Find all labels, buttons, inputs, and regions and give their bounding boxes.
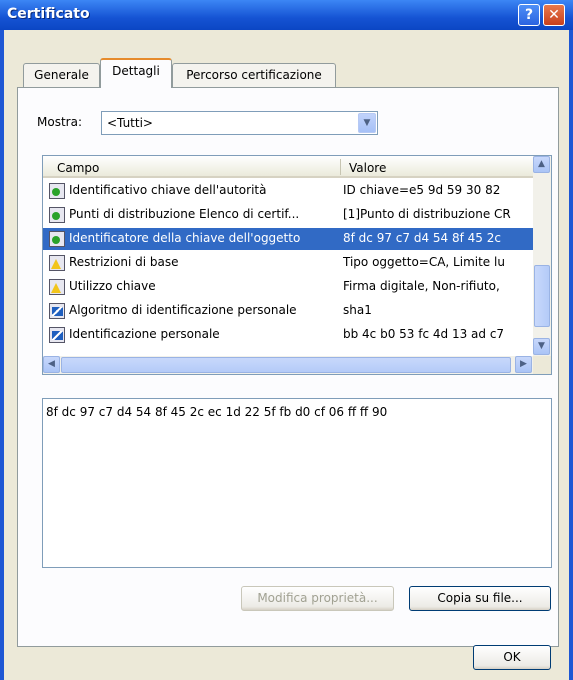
tab-dettagli[interactable]: Dettagli — [100, 58, 172, 88]
list-header: Campo Valore — [43, 156, 533, 178]
mostra-dropdown[interactable]: <Tutti> ▼ — [101, 111, 378, 135]
row-valore: sha1 — [343, 303, 372, 317]
list-item[interactable]: Utilizzo chiave Firma digitale, Non-rifi… — [43, 276, 533, 298]
warning-cert-icon — [49, 279, 65, 295]
modifica-proprieta-button[interactable]: Modifica proprietà... — [241, 586, 394, 611]
ok-button[interactable]: OK — [473, 645, 551, 670]
row-campo: Identificazione personale — [69, 327, 220, 341]
list-item[interactable]: Punti di distribuzione Elenco di certif.… — [43, 204, 533, 226]
mostra-selected-value: <Tutti> — [107, 116, 153, 130]
title-bar[interactable]: Certificato ? ✕ — [0, 0, 573, 30]
chevron-down-icon[interactable]: ▼ — [358, 113, 376, 133]
scroll-left-icon[interactable]: ◀ — [43, 356, 60, 373]
warning-cert-icon — [49, 255, 65, 271]
row-campo: Restrizioni di base — [69, 255, 179, 269]
row-campo: Identificativo chiave dell'autorità — [69, 183, 267, 197]
vertical-scrollbar[interactable]: ▲ ▼ — [533, 156, 551, 356]
scroll-up-icon[interactable]: ▲ — [533, 156, 550, 173]
row-campo: Algoritmo di identificazione personale — [69, 303, 297, 317]
row-campo: Utilizzo chiave — [69, 279, 156, 293]
list-item[interactable]: Algoritmo di identificazione personale s… — [43, 300, 533, 322]
value-detail-text: 8f dc 97 c7 d4 54 8f 45 2c ec 1d 22 5f f… — [46, 405, 388, 419]
green-arrow-cert-icon — [49, 183, 65, 199]
horizontal-scrollbar[interactable]: ◀ ▶ — [43, 356, 533, 374]
vertical-scroll-thumb[interactable] — [534, 265, 550, 327]
close-button[interactable]: ✕ — [543, 4, 565, 26]
list-item[interactable]: Restrizioni di base Tipo oggetto=CA, Lim… — [43, 252, 533, 274]
window-title: Certificato — [7, 6, 90, 22]
copia-su-file-button[interactable]: Copia su file... — [409, 586, 551, 611]
scrollbar-corner — [533, 356, 551, 374]
green-arrow-cert-icon — [49, 207, 65, 223]
row-valore: Tipo oggetto=CA, Limite lu — [343, 255, 505, 269]
tab-percorso-certificazione[interactable]: Percorso certificazione — [172, 63, 336, 87]
row-valore: Firma digitale, Non-rifiuto, — [343, 279, 500, 293]
document-cert-icon — [49, 303, 65, 319]
scroll-down-icon[interactable]: ▼ — [533, 338, 550, 355]
list-item[interactable]: Identificativo chiave dell'autorità ID c… — [43, 180, 533, 202]
green-arrow-cert-icon — [49, 231, 65, 247]
list-item[interactable]: Identificazione personale bb 4c b0 53 fc… — [43, 324, 533, 346]
row-campo: Identificatore della chiave dell'oggetto — [69, 231, 301, 245]
fields-list[interactable]: Campo Valore Identificativo chiave dell'… — [42, 155, 552, 375]
tab-generale[interactable]: Generale — [23, 63, 100, 87]
row-valore: ID chiave=e5 9d 59 30 82 — [343, 183, 501, 197]
help-button[interactable]: ? — [518, 4, 540, 26]
window-border-right — [569, 30, 573, 680]
document-cert-icon — [49, 327, 65, 343]
column-header-valore[interactable]: Valore — [349, 161, 386, 175]
column-header-campo[interactable]: Campo — [57, 161, 99, 175]
column-divider[interactable] — [340, 159, 341, 175]
horizontal-scroll-thumb[interactable] — [61, 357, 511, 373]
scroll-right-icon[interactable]: ▶ — [515, 356, 532, 373]
row-valore: bb 4c b0 53 fc 4d 13 ad c7 — [343, 327, 505, 341]
row-campo: Punti di distribuzione Elenco di certif.… — [69, 207, 300, 221]
list-item-selected[interactable]: Identificatore della chiave dell'oggetto… — [43, 228, 533, 250]
value-detail-box[interactable]: 8f dc 97 c7 d4 54 8f 45 2c ec 1d 22 5f f… — [42, 398, 552, 568]
row-valore: 8f dc 97 c7 d4 54 8f 45 2c — [343, 231, 501, 245]
row-valore: [1]Punto di distribuzione CR — [343, 207, 511, 221]
mostra-label: Mostra: — [37, 115, 82, 129]
